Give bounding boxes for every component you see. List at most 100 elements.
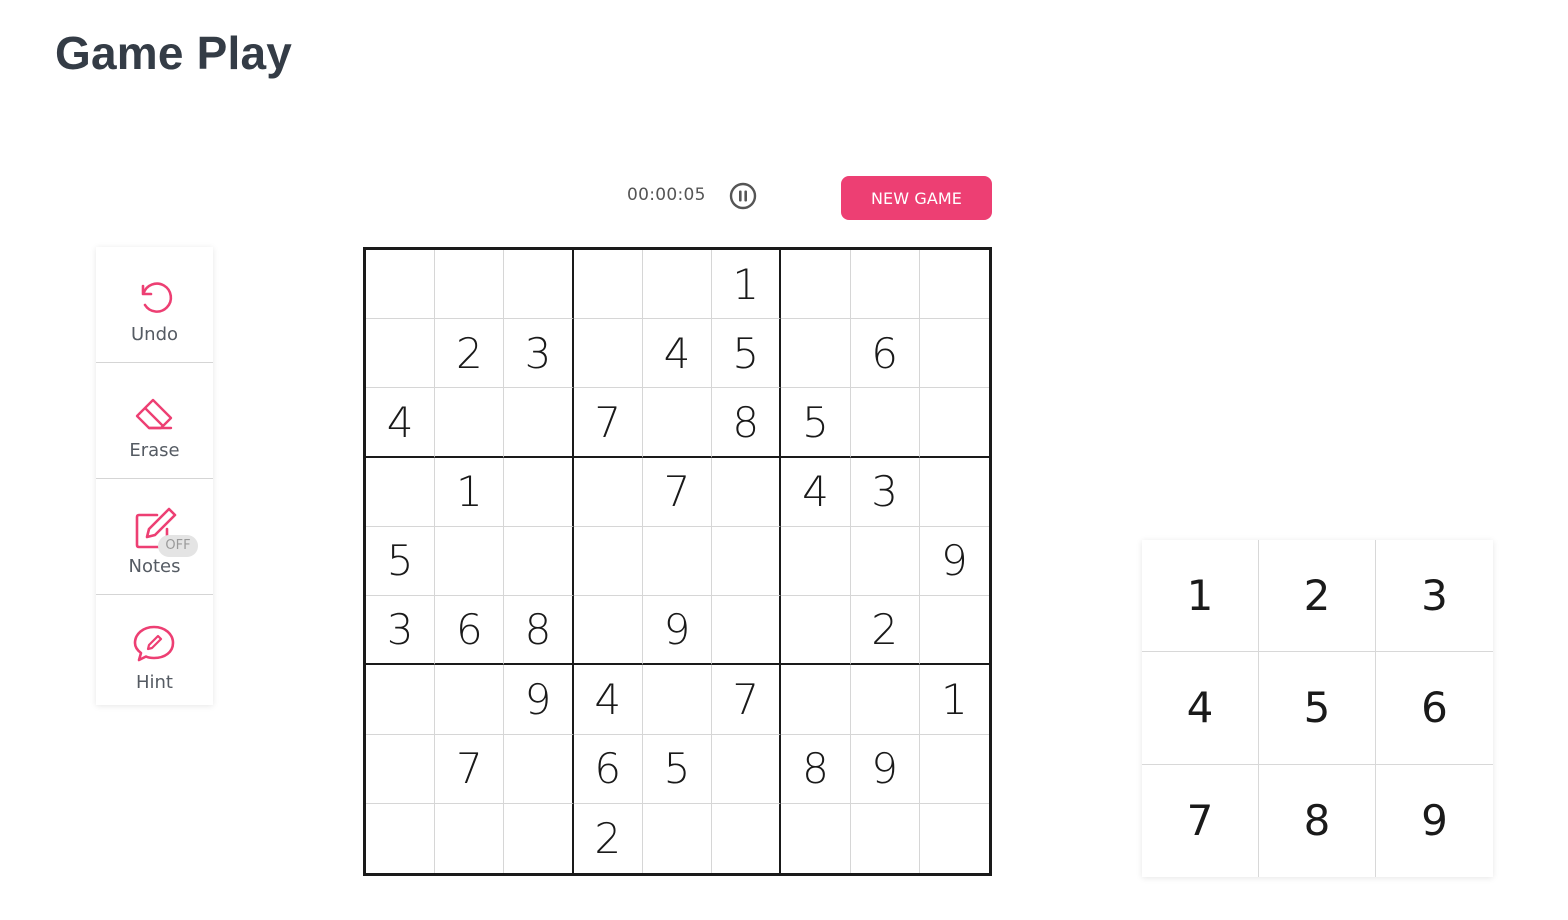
sudoku-cell[interactable]: 1 (712, 250, 782, 320)
sudoku-cell[interactable]: 7 (712, 665, 782, 735)
sudoku-cell[interactable] (643, 803, 713, 873)
sudoku-cell[interactable]: 1 (435, 457, 505, 527)
sudoku-cell[interactable] (504, 388, 574, 458)
sudoku-cell[interactable] (919, 458, 989, 527)
number-key-9[interactable]: 9 (1376, 765, 1493, 877)
sudoku-cell[interactable]: 9 (850, 734, 920, 804)
sudoku-cell[interactable]: 3 (850, 457, 920, 527)
sudoku-cell[interactable] (781, 596, 851, 666)
undo-label: Undo (130, 324, 179, 345)
sudoku-cell[interactable] (781, 250, 851, 320)
sudoku-cell[interactable] (573, 250, 643, 320)
sudoku-cell[interactable] (573, 596, 643, 666)
sudoku-cell[interactable] (781, 526, 851, 597)
sudoku-cell[interactable] (919, 735, 989, 804)
sudoku-cell[interactable]: 7 (642, 457, 713, 527)
sudoku-cell[interactable] (712, 526, 782, 597)
sudoku-cell[interactable] (919, 250, 989, 320)
hint-button[interactable]: Hint (96, 595, 213, 705)
sudoku-cell[interactable] (366, 250, 436, 320)
sudoku-cell[interactable] (435, 526, 505, 597)
sudoku-cell[interactable]: 4 (781, 457, 851, 527)
sudoku-cell[interactable]: 2 (574, 803, 643, 873)
notes-status-badge: OFF (158, 535, 198, 557)
sudoku-cell[interactable]: 2 (435, 319, 505, 389)
sudoku-cell[interactable]: 2 (850, 596, 920, 666)
sudoku-cell[interactable]: 6 (435, 596, 505, 666)
sudoku-cell[interactable] (435, 665, 505, 735)
sudoku-cell[interactable] (712, 457, 782, 527)
number-key-2[interactable]: 2 (1259, 540, 1376, 653)
number-key-7[interactable]: 7 (1142, 764, 1259, 877)
notes-toggle[interactable]: OFF Notes (96, 479, 213, 595)
sudoku-cell[interactable]: 3 (366, 596, 436, 666)
number-key-3[interactable]: 3 (1376, 540, 1493, 653)
sudoku-cell[interactable] (851, 803, 920, 873)
number-key-8[interactable]: 8 (1259, 764, 1376, 877)
sudoku-cell[interactable] (435, 388, 505, 458)
number-key-5[interactable]: 5 (1259, 652, 1376, 765)
sudoku-cell[interactable] (366, 665, 436, 735)
sudoku-cell[interactable]: 5 (712, 319, 782, 389)
sudoku-cell[interactable]: 5 (781, 388, 851, 458)
sudoku-cell[interactable] (435, 250, 505, 320)
sudoku-cell[interactable]: 4 (642, 319, 713, 389)
sudoku-cell[interactable] (712, 596, 782, 666)
sudoku-cell[interactable] (850, 250, 920, 320)
sudoku-cell[interactable]: 9 (642, 596, 713, 666)
sudoku-cell[interactable] (504, 526, 574, 597)
sudoku-cell[interactable] (712, 734, 782, 804)
sudoku-cell[interactable] (642, 388, 713, 458)
sudoku-cell[interactable] (366, 803, 436, 873)
number-key-6[interactable]: 6 (1376, 652, 1493, 765)
number-key-1[interactable]: 1 (1142, 540, 1259, 653)
erase-button[interactable]: Erase (96, 363, 213, 479)
sudoku-cell[interactable]: 4 (573, 665, 643, 735)
sudoku-cell[interactable]: 7 (573, 388, 643, 458)
sudoku-cell[interactable] (919, 319, 989, 389)
sudoku-cell[interactable] (919, 596, 989, 666)
sudoku-cell[interactable]: 7 (435, 734, 505, 804)
sudoku-cell[interactable] (850, 526, 920, 597)
sudoku-cell[interactable] (573, 526, 643, 597)
sudoku-cell[interactable] (850, 388, 920, 458)
sudoku-cell[interactable]: 3 (504, 319, 574, 389)
sudoku-cell[interactable] (642, 665, 713, 735)
sudoku-cell[interactable]: 9 (919, 527, 989, 597)
sudoku-cell[interactable] (781, 319, 851, 389)
sudoku-cell[interactable] (781, 803, 851, 873)
sudoku-cell[interactable] (573, 457, 643, 527)
sudoku-cell[interactable] (366, 319, 436, 389)
sudoku-cell[interactable]: 1 (919, 665, 989, 735)
number-key-4[interactable]: 4 (1142, 652, 1259, 765)
sudoku-cell[interactable]: 5 (366, 526, 436, 597)
sudoku-cell[interactable] (642, 526, 713, 597)
undo-button[interactable]: Undo (96, 247, 213, 363)
pause-button[interactable] (728, 181, 758, 211)
sudoku-cell[interactable] (573, 319, 643, 389)
sudoku-cell[interactable] (781, 665, 851, 735)
sudoku-cell[interactable]: 9 (504, 665, 574, 735)
sudoku-cell[interactable] (366, 457, 436, 527)
sudoku-cell[interactable] (504, 457, 574, 527)
notes-label: Notes (128, 556, 181, 577)
sudoku-cell[interactable] (366, 734, 436, 804)
sudoku-cell[interactable] (850, 665, 920, 735)
sudoku-cell[interactable]: 4 (366, 388, 436, 458)
sudoku-cell[interactable] (435, 803, 505, 873)
sudoku-cell[interactable] (504, 803, 574, 873)
sudoku-cell[interactable] (920, 804, 989, 873)
sudoku-cell[interactable]: 8 (781, 734, 851, 804)
sudoku-cell[interactable] (504, 734, 574, 804)
new-game-button[interactable]: NEW GAME (841, 176, 992, 220)
sudoku-cell[interactable]: 6 (850, 319, 920, 389)
sudoku-cell[interactable]: 8 (504, 596, 574, 666)
sudoku-cell[interactable] (504, 250, 574, 320)
sudoku-cell[interactable]: 8 (712, 388, 782, 458)
hint-icon (133, 625, 175, 662)
sudoku-cell[interactable]: 6 (573, 734, 643, 804)
sudoku-cell[interactable] (712, 803, 782, 873)
sudoku-cell[interactable] (919, 388, 989, 458)
sudoku-cell[interactable]: 5 (642, 734, 713, 804)
sudoku-cell[interactable] (642, 250, 713, 320)
